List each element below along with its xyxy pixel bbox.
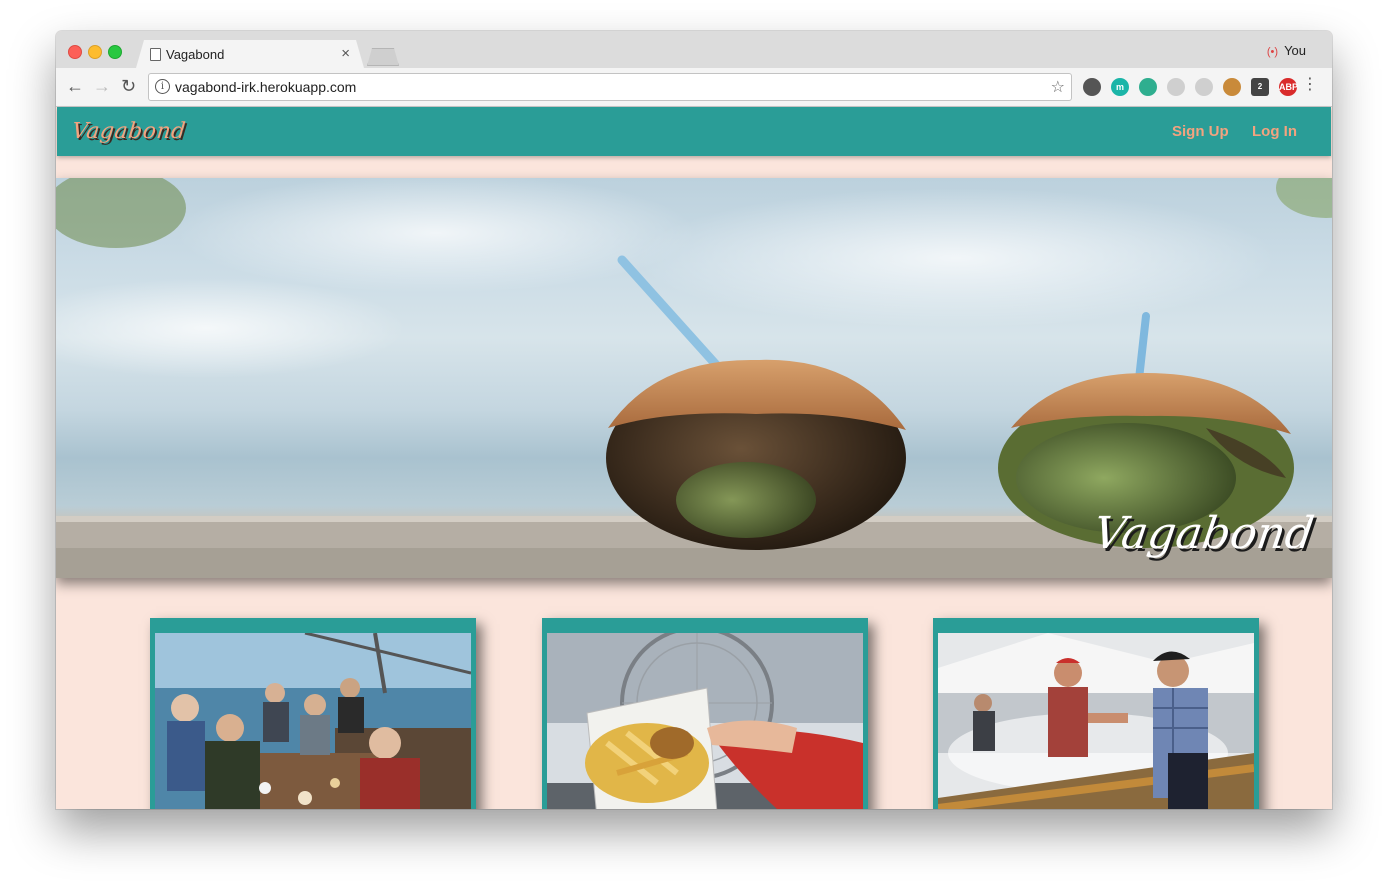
browser-window: Vagabond × (•) You ← → ↻ i vagabond-irk.h… — [56, 31, 1332, 809]
site-info-icon[interactable]: i — [155, 79, 170, 94]
adblock-plus-icon[interactable]: ABP — [1279, 78, 1298, 96]
mug-extension-icon[interactable] — [1139, 78, 1157, 96]
tab-title: Vagabond — [166, 47, 225, 62]
profile-name: You — [1284, 43, 1306, 58]
tab-strip: Vagabond × (•) You — [56, 31, 1332, 68]
city-card[interactable] — [150, 618, 476, 809]
sign-up-link[interactable]: Sign Up — [1172, 123, 1229, 140]
log-in-link[interactable]: Log In — [1252, 123, 1297, 140]
page-content: Vagabond Sign Up Log In Vagabond — [56, 107, 1332, 809]
back-button[interactable]: ← — [66, 76, 84, 96]
evernote-icon[interactable] — [1083, 78, 1101, 96]
browser-toolbar: ← → ↻ i vagabond-irk.herokuapp.com ☆ m 2A… — [56, 68, 1332, 107]
bookmark-star-icon[interactable]: ☆ — [1051, 77, 1065, 97]
badge-extension-icon[interactable]: 2 — [1251, 78, 1269, 96]
fish-and-chips-ferris-wheel-photo — [547, 633, 863, 809]
new-tab-button[interactable] — [367, 48, 399, 66]
card-image — [155, 633, 471, 809]
cookie-icon[interactable] — [1223, 78, 1241, 96]
close-tab-icon[interactable]: × — [341, 45, 350, 62]
grill-street-food-photo — [938, 633, 1254, 809]
reload-button[interactable]: ↻ — [121, 76, 136, 96]
address-bar[interactable]: i vagabond-irk.herokuapp.com ☆ — [148, 73, 1072, 101]
m-extension-icon[interactable]: m — [1111, 78, 1129, 96]
minimize-window-button[interactable] — [88, 45, 102, 59]
card-image — [938, 633, 1254, 809]
inactive-extension-icon-2[interactable] — [1195, 78, 1213, 96]
browser-menu-icon[interactable]: ⋮ — [1302, 77, 1318, 93]
profile-button[interactable]: (•) You — [1267, 43, 1306, 58]
forward-button[interactable]: → — [93, 76, 111, 96]
inactive-extension-icon[interactable] — [1167, 78, 1185, 96]
browser-tab[interactable]: Vagabond × — [136, 40, 364, 68]
sync-error-icon: (•) — [1266, 46, 1279, 58]
group-dining-pier-photo — [155, 633, 471, 809]
url-text[interactable]: vagabond-irk.herokuapp.com — [175, 79, 356, 95]
hero-title: Vagabond — [1090, 508, 1318, 559]
card-image — [547, 633, 863, 809]
city-card[interactable] — [933, 618, 1259, 809]
site-navbar: Vagabond Sign Up Log In — [57, 107, 1331, 156]
maximize-window-button[interactable] — [108, 45, 122, 59]
city-card[interactable] — [542, 618, 868, 809]
page-icon — [150, 48, 161, 61]
hero-banner: Vagabond — [56, 178, 1332, 578]
close-window-button[interactable] — [68, 45, 82, 59]
brand-logo[interactable]: Vagabond — [71, 119, 187, 144]
